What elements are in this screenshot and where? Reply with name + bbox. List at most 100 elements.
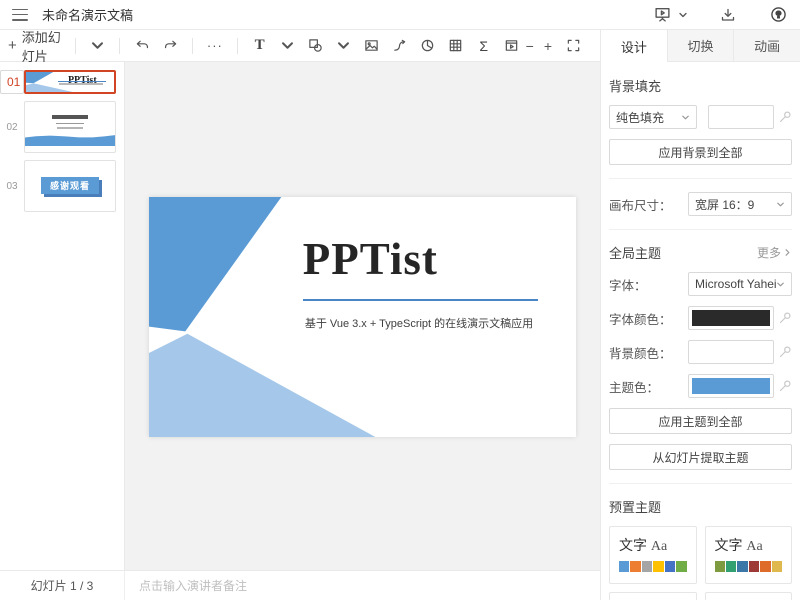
right-panel: 设计 切换 动画 背景填充 纯色填充 [600, 30, 800, 600]
slide-thumbnail-1[interactable]: PPTist [24, 70, 116, 94]
insert-image-icon[interactable] [361, 34, 383, 58]
theme-color-label: 主题色： [609, 377, 681, 396]
insert-chart-icon[interactable] [417, 34, 439, 58]
zoom-controls: − + [526, 34, 590, 58]
current-slide[interactable]: PPTist 基于 Vue 3.x + TypeScript 的在线演示文稿应用 [149, 197, 576, 437]
slide-thumbnail-3[interactable]: 感谢观看 [24, 160, 116, 212]
apply-background-button[interactable]: 应用背景到全部 [609, 139, 792, 165]
insert-media-icon[interactable] [501, 34, 523, 58]
add-slide-label: 添加幻灯片 [22, 27, 67, 65]
preset-themes-label: 预置主题 [609, 497, 792, 516]
zoom-out-button[interactable]: − [526, 38, 534, 54]
thumbnail-item-1: 01 PPTist [0, 70, 124, 94]
eyedropper-icon[interactable] [778, 379, 792, 393]
eyedropper-icon[interactable] [778, 311, 792, 325]
thumb1-rule [58, 81, 106, 82]
preset-theme-card-partial[interactable] [705, 592, 793, 600]
slide-subtitle-text[interactable]: 基于 Vue 3.x + TypeScript 的在线演示文稿应用 [305, 315, 553, 331]
fill-type-select[interactable]: 纯色填充 [609, 105, 697, 129]
theme-swatch [653, 561, 663, 572]
canvas-size-label: 画布尺寸： [609, 195, 681, 214]
download-icon[interactable] [718, 5, 738, 25]
apply-theme-button[interactable]: 应用主题到全部 [609, 408, 792, 434]
slide-number-3: 03 [0, 181, 24, 192]
slide-title-text[interactable]: PPTist [303, 235, 542, 285]
insert-shape-icon[interactable] [305, 34, 327, 58]
theme-swatch [749, 561, 759, 572]
thumbnail-item-3: 03 感谢观看 [0, 160, 124, 212]
canvas-size-select[interactable]: 宽屏 16：9 [688, 192, 792, 216]
preset-theme-card-1[interactable]: 文字 Aa [609, 526, 697, 584]
pptist-app: 未命名演示文稿 [0, 0, 800, 600]
eyedropper-icon[interactable] [778, 110, 792, 124]
add-slide-chevron-down-icon[interactable] [86, 34, 108, 58]
redo-icon[interactable] [159, 34, 181, 58]
menu-icon[interactable] [12, 9, 28, 21]
speaker-notes-input[interactable]: 点击输入演讲者备注 [125, 571, 600, 600]
insert-table-icon[interactable] [445, 34, 467, 58]
theme-swatch [642, 561, 652, 572]
present-icon[interactable] [652, 5, 672, 25]
theme-swatch [665, 561, 675, 572]
tab-design[interactable]: 设计 [601, 30, 667, 62]
eyedropper-icon[interactable] [778, 345, 792, 359]
thumb2-wave-shape [25, 133, 115, 146]
bg-color-label: 背景颜色： [609, 343, 681, 362]
text-chevron-down-icon[interactable] [277, 34, 299, 58]
zoom-in-button[interactable]: + [544, 38, 552, 54]
thumbnail-item-2: 02 [0, 101, 124, 153]
design-panel: 背景填充 纯色填充 [601, 62, 800, 600]
theme-swatch [630, 561, 640, 572]
theme-swatch [737, 561, 747, 572]
github-icon[interactable] [768, 5, 788, 25]
tab-animation[interactable]: 动画 [733, 30, 800, 62]
card-aa-label: Aa [746, 539, 762, 554]
chevron-down-icon [681, 113, 690, 122]
extract-theme-button[interactable]: 从幻灯片提取主题 [609, 444, 792, 470]
insert-line-icon[interactable] [389, 34, 411, 58]
chevron-right-icon [783, 248, 792, 257]
slide-divider-line[interactable] [303, 299, 538, 301]
font-color-label: 字体颜色： [609, 309, 681, 328]
theme-more-link[interactable]: 更多 [757, 244, 792, 261]
font-color-picker[interactable] [688, 306, 774, 330]
theme-swatch [715, 561, 725, 572]
background-fill-label: 背景填充 [609, 76, 792, 95]
slide-page-indicator: 幻灯片 1 / 3 [0, 571, 125, 600]
theme-swatch [676, 561, 686, 572]
preset-theme-card-partial[interactable] [609, 592, 697, 600]
thumb2-rule [56, 123, 85, 124]
top-bar: 未命名演示文稿 [0, 0, 800, 30]
background-color-picker[interactable] [708, 105, 774, 129]
thumb2-subtitle-bar [57, 127, 82, 129]
font-label: 字体： [609, 275, 681, 294]
font-select[interactable]: Microsoft Yahei [688, 272, 792, 296]
undo-icon[interactable] [131, 34, 153, 58]
card-text-label: 文字 [619, 537, 647, 553]
plus-icon: + [8, 38, 17, 53]
theme-swatch [760, 561, 770, 572]
theme-bg-color-picker[interactable] [688, 340, 774, 364]
editor-canvas[interactable]: PPTist 基于 Vue 3.x + TypeScript 的在线演示文稿应用 [125, 62, 600, 570]
slide-thumbnail-2[interactable] [24, 101, 116, 153]
editor-column: + 添加幻灯片 ··· T [0, 30, 600, 600]
present-chevron-down-icon[interactable] [678, 10, 688, 20]
theme-swatch [726, 561, 736, 572]
slide-number-1: 01 [0, 70, 24, 94]
theme-color-picker[interactable] [688, 374, 774, 398]
slide-number-2: 02 [0, 122, 24, 133]
insert-formula-icon[interactable]: Σ [473, 34, 495, 58]
thumb1-subtitle-bar [59, 83, 103, 85]
document-title[interactable]: 未命名演示文稿 [42, 5, 133, 24]
more-tools-icon[interactable]: ··· [204, 34, 226, 58]
shape-chevron-down-icon[interactable] [333, 34, 355, 58]
theme-swatch [772, 561, 782, 572]
thumb3-thanks-shape: 感谢观看 [41, 177, 99, 194]
preset-theme-card-2[interactable]: 文字 Aa [705, 526, 793, 584]
tab-transition[interactable]: 切换 [667, 30, 734, 62]
fullscreen-icon[interactable] [562, 34, 584, 58]
insert-text-icon[interactable]: T [249, 34, 271, 58]
panel-tabs: 设计 切换 动画 [601, 30, 800, 62]
card-aa-label: Aa [651, 539, 667, 554]
add-slide-button[interactable]: + 添加幻灯片 [8, 27, 67, 65]
